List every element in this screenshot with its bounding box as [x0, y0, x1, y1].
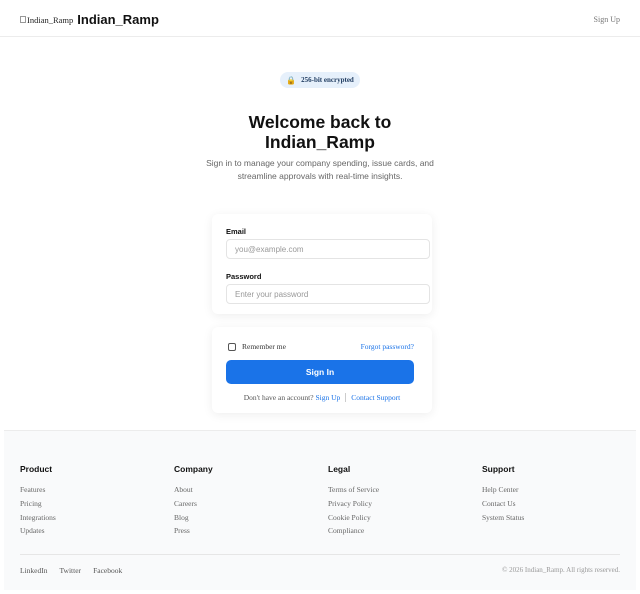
remember-checkbox[interactable] — [228, 342, 236, 351]
footer-link[interactable]: Terms of Service — [328, 483, 379, 497]
lock-icon: 🔒 — [286, 75, 297, 85]
remember-label: Remember me — [242, 342, 286, 351]
footer-column-product: Product Features Pricing Integrations Up… — [20, 464, 56, 538]
social-link-facebook[interactable]: Facebook — [93, 566, 122, 575]
title-line-1: Welcome back to — [248, 112, 392, 132]
social-link-linkedin[interactable]: LinkedIn — [20, 566, 48, 575]
forgot-password-link[interactable]: Forgot password? — [361, 342, 414, 351]
footer-column-legal: Legal Terms of Service Privacy Policy Co… — [328, 464, 379, 538]
top-nav: Indian_Ramp Indian_Ramp Sign Up — [0, 0, 640, 37]
footer-link[interactable]: Compliance — [328, 524, 379, 538]
footer-column-title: Support — [482, 464, 515, 474]
footer-link[interactable]: Pricing — [20, 497, 56, 511]
footer-link[interactable]: Updates — [20, 524, 56, 538]
footer-link[interactable]: Careers — [174, 497, 213, 511]
subtitle-line-1: Sign in to manage your company spending,… — [206, 158, 434, 168]
broken-image-icon — [20, 16, 26, 23]
encryption-badge: 🔒 256-bit encrypted — [280, 72, 360, 88]
signup-prompt: Don't have an account? Sign Up Contact S… — [212, 393, 432, 402]
footer-link[interactable]: Blog — [174, 511, 213, 525]
header-signup-link[interactable]: Sign Up — [594, 15, 620, 24]
logo[interactable]: Indian_Ramp Indian_Ramp — [20, 12, 159, 27]
credentials-card: Email you@example.com Password Enter you… — [212, 214, 432, 314]
footer-column-company: Company About Careers Blog Press — [174, 464, 213, 538]
email-field[interactable]: you@example.com — [226, 239, 430, 259]
footer-link[interactable]: Features — [20, 483, 56, 497]
email-label: Email — [226, 227, 247, 236]
contact-support-link[interactable]: Contact Support — [351, 393, 400, 402]
social-links: LinkedIn Twitter Facebook — [20, 566, 134, 575]
title-line-2: Indian_Ramp — [265, 132, 375, 152]
site-footer: Product Features Pricing Integrations Up… — [4, 430, 636, 590]
signup-link[interactable]: Sign Up — [315, 393, 340, 402]
footer-link[interactable]: Contact Us — [482, 497, 524, 511]
password-field[interactable]: Enter your password — [226, 284, 430, 304]
footer-link[interactable]: About — [174, 483, 213, 497]
badge-text: 256-bit encrypted — [301, 76, 354, 84]
footer-link[interactable]: Integrations — [20, 511, 56, 525]
footer-column-support: Support Help Center Contact Us System St… — [482, 464, 524, 524]
footer-link[interactable]: Cookie Policy — [328, 511, 379, 525]
footer-link[interactable]: Help Center — [482, 483, 524, 497]
remember-me[interactable]: Remember me — [228, 342, 286, 351]
copyright-text: © 2026 Indian_Ramp. All rights reserved. — [502, 566, 620, 574]
logo-alt-text: Indian_Ramp — [27, 14, 74, 25]
footer-link[interactable]: Press — [174, 524, 213, 538]
brand-name: Indian_Ramp — [77, 12, 159, 27]
subtitle-line-2: streamline approvals with real-time insi… — [237, 171, 403, 181]
social-link-twitter[interactable]: Twitter — [60, 566, 82, 575]
footer-divider — [20, 554, 620, 555]
footer-column-title: Company — [174, 464, 213, 474]
divider — [345, 393, 347, 402]
page-title: Welcome back to Indian_Ramp — [0, 112, 640, 152]
footer-column-title: Legal — [328, 464, 351, 474]
password-label: Password — [226, 272, 262, 281]
page-subtitle: Sign in to manage your company spending,… — [200, 157, 440, 183]
footer-column-title: Product — [20, 464, 53, 474]
sign-in-button[interactable]: Sign In — [226, 360, 414, 384]
no-account-text: Don't have an account? — [243, 393, 314, 402]
logo-image: Indian_Ramp — [20, 15, 73, 25]
footer-link[interactable]: System Status — [482, 511, 524, 525]
actions-card: Remember me Forgot password? Sign In Don… — [212, 327, 432, 413]
footer-link[interactable]: Privacy Policy — [328, 497, 379, 511]
